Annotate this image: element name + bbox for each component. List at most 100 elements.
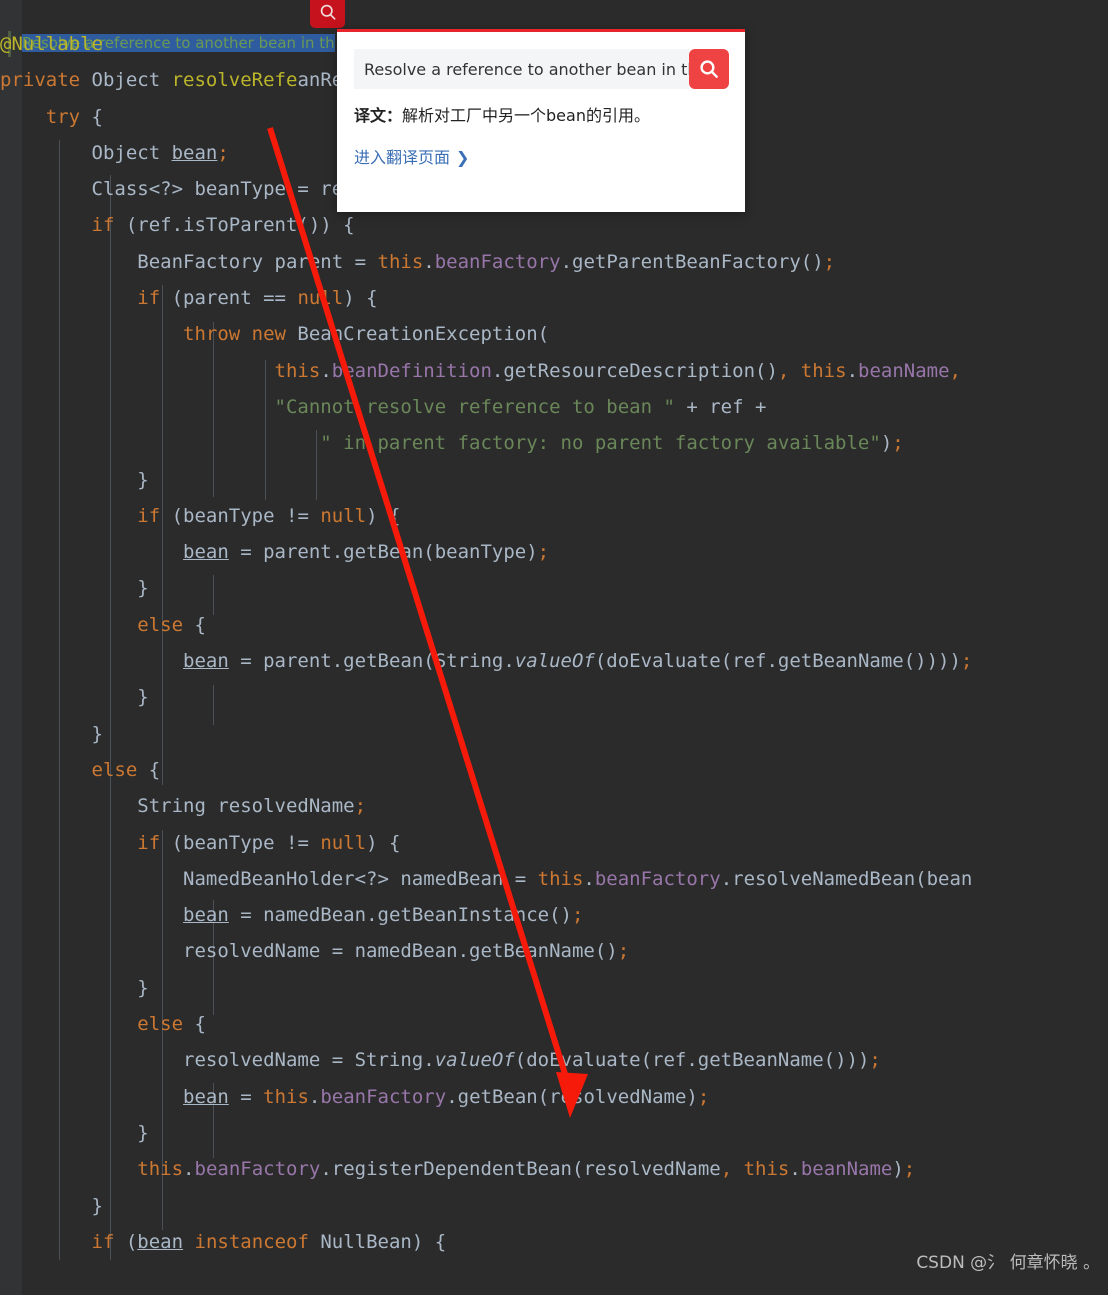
code-line: NamedBeanHolder<?> namedBean = this.bean… [0,861,1108,897]
code-token: else [137,1013,184,1036]
code-line: else { [0,607,1108,643]
code-token: . [423,250,435,273]
code-token: beanFactory [320,1085,447,1108]
code-token: this [274,359,321,382]
code-line: String resolvedName; [0,788,1108,824]
code-token: bean [183,650,229,673]
code-token: ; [571,904,584,927]
code-token: NamedBeanHolder<?> namedBean = [183,867,538,890]
code-token: String resolvedName [137,795,355,818]
code-token: = parent.getBean(beanType) [228,541,538,564]
code-token: resolvedName = String. [183,1049,435,1072]
code-token: , [777,359,801,382]
code-line: if (parent == null) { [0,280,1108,316]
code-token: ) { [343,287,378,310]
code-token: } [137,577,149,600]
code-token: ; [537,541,550,564]
code-token: ) { [366,504,401,527]
code-line: throw new BeanCreationException( [0,316,1108,352]
code-token: resolvedName = namedBean.getBeanName() [183,940,618,963]
search-icon [320,4,335,20]
code-token: bean [183,904,229,927]
code-token: ; [354,795,367,818]
translate-popup[interactable]: Resolve a reference to another bean in t… [337,29,745,212]
floating-search-button[interactable] [310,0,345,28]
code-line: if (beanType != null) { [0,825,1108,861]
code-token: this [800,359,847,382]
search-submit-button[interactable] [689,49,729,89]
code-token: null [320,504,367,527]
code-line: this. beanDefinition.getResourceDescripti… [0,353,1108,389]
code-token: = parent.getBean(String. [228,650,515,673]
code-token: if [137,504,161,527]
code-token: .getParentBeanFactory() [560,250,824,273]
code-token: ( [114,1230,138,1253]
code-token: resolveRefe [171,69,298,92]
code-token: } [91,722,103,745]
code-token: null [297,287,344,310]
code-token: "Cannot resolve reference to bean " [274,395,675,418]
code-line: BeanFactory parent = this.beanFactory.ge… [0,244,1108,280]
code-token: . [789,1158,801,1181]
code-token: = [228,1085,264,1108]
code-line: bean = namedBean.getBeanInstance(); [0,897,1108,933]
code-token: if [137,287,161,310]
translation-row: 译文：解析对工厂中另一个bean的引用。 [354,102,734,126]
code-line: this.beanFactory.registerDependentBean(r… [0,1151,1108,1187]
code-token: null [320,831,367,854]
code-token: . [308,1085,321,1108]
code-token: else [137,613,184,636]
code-token: this [377,250,424,273]
code-token: . [846,359,859,382]
code-token: valueOf [434,1049,515,1072]
code-token: ) [892,1158,904,1181]
code-token: beanDefinition [331,359,492,382]
code-token: private [0,69,92,92]
code-token: + ref + [674,395,767,418]
code-token: if [137,831,161,854]
code-token: ; [823,250,836,273]
code-token: .resolveNamedBean(bean [720,867,973,890]
code-line: " in parent factory: no parent factory a… [0,425,1108,461]
code-token: { [137,758,161,781]
code-line: } [0,1115,1108,1151]
code-token: BeanCreationException( [297,323,550,346]
code-token: if [91,1230,115,1253]
code-token: , [949,359,961,382]
search-icon [700,60,718,78]
code-token: } [137,686,149,709]
code-token: throw new [183,323,298,346]
code-line: if (beanType != null) { [0,498,1108,534]
code-line: else { [0,1006,1108,1042]
code-token: ; [697,1085,710,1108]
code-token: ; [960,650,973,673]
code-token: .getResourceDescription() [491,359,778,382]
code-token: { [183,613,206,636]
code-line: else { [0,752,1108,788]
code-token: beanFactory [594,867,721,890]
code-token: beanFactory [194,1158,321,1181]
code-token: (doEvaluate(ref.getBeanName())) [514,1049,870,1072]
translation-label: 译文： [354,106,403,125]
code-token: (ref.isToParent()) { [114,214,355,237]
code-token: Object [91,141,172,164]
code-token: bean [171,141,218,164]
code-token: ; [217,141,229,164]
code-token: beanName [800,1158,893,1181]
code-token: (beanType != [160,831,321,854]
open-translate-page-label: 进入翻译页面 [354,148,451,167]
open-translate-page-link[interactable]: 进入翻译页面 ❯ [354,144,469,168]
code-token: = namedBean.getBeanInstance() [228,904,572,927]
search-input[interactable]: Resolve a reference to another bean in t… [354,49,689,89]
code-line: } [0,970,1108,1006]
code-token: if [91,214,115,237]
popup-search-row: Resolve a reference to another bean in t… [354,49,729,89]
code-line: resolvedName = namedBean.getBeanName(); [0,933,1108,969]
code-token: try [45,105,81,128]
code-line: } [0,1188,1108,1224]
code-token: { [80,105,103,128]
code-token: " in parent factory: no parent factory a… [320,432,881,455]
code-token: instanceof [194,1230,309,1253]
translation-text: 解析对工厂中另一个bean的引用。 [402,106,650,125]
code-token: } [137,976,149,999]
